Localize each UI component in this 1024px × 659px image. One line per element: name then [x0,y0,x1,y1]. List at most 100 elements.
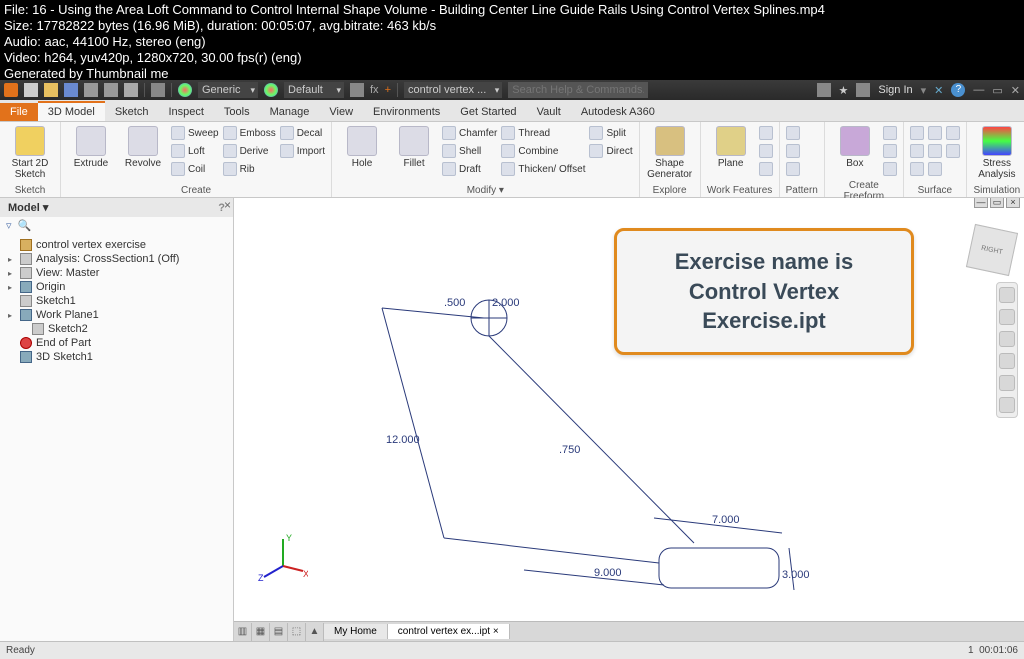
tree-origin[interactable]: Origin [4,280,229,294]
view-list-icon[interactable]: ▤ [270,623,288,641]
close-button[interactable]: ✕ [1011,84,1020,97]
browser-title[interactable]: Model ▾ [8,201,48,214]
maximize-button[interactable]: ▭ [992,84,1002,97]
start-2d-sketch-button[interactable]: Start 2D Sketch [6,124,54,180]
exchange-icon[interactable]: ✕ [934,84,943,97]
rect-pattern-button[interactable] [786,124,800,142]
fullnav-icon[interactable] [999,397,1015,413]
zoom-icon[interactable] [999,331,1015,347]
user-icon[interactable] [856,83,870,97]
pan-icon[interactable] [999,309,1015,325]
tab-manage[interactable]: Manage [260,103,320,121]
tab-nav-up[interactable]: ▲ [306,623,324,641]
ff2-button[interactable] [883,142,897,160]
axis-button[interactable] [759,124,773,142]
tab-my-home[interactable]: My Home [324,624,388,639]
tab-3d-model[interactable]: 3D Model [38,101,105,121]
s3[interactable] [910,160,924,178]
view-tile-icon[interactable]: ▦ [252,623,270,641]
fillet-button[interactable]: Fillet [390,124,438,169]
tree-view[interactable]: View: Master [4,266,229,280]
tab-environments[interactable]: Environments [363,103,450,121]
view-strip-icon[interactable]: ▥ [234,623,252,641]
derive-button[interactable]: Derive [223,142,276,160]
signin-link[interactable]: Sign In [878,84,912,96]
tab-document[interactable]: control vertex ex...ipt × [388,624,510,639]
tree-end-of-part[interactable]: End of Part [4,336,229,350]
split-button[interactable]: Split [589,124,632,142]
box-button[interactable]: Box [831,124,879,169]
group-label-modify[interactable]: Modify ▾ [338,183,633,197]
extrude-button[interactable]: Extrude [67,124,115,169]
s7[interactable] [946,124,960,142]
steering-wheel-icon[interactable] [999,287,1015,303]
redo-icon[interactable] [104,83,118,97]
home-icon[interactable] [124,83,138,97]
new-icon[interactable] [24,83,38,97]
tree-3dsketch1[interactable]: 3D Sketch1 [4,350,229,364]
chamfer-button[interactable]: Chamfer [442,124,497,142]
circ-pattern-button[interactable] [786,142,800,160]
material-combo[interactable]: Generic [198,82,258,98]
s6[interactable] [928,160,942,178]
s5[interactable] [928,142,942,160]
s2[interactable] [910,142,924,160]
tab-vault[interactable]: Vault [527,103,571,121]
tab-get-started[interactable]: Get Started [450,103,526,121]
tree-workplane1[interactable]: Work Plane1 [4,308,229,322]
view-cube[interactable]: RIGHT [966,224,1018,276]
direct-button[interactable]: Direct [589,142,632,160]
find-icon[interactable]: 🔍 [18,219,32,232]
combine-button[interactable]: Combine [501,142,585,160]
tree-sketch2[interactable]: Sketch2 [4,322,229,336]
revolve-button[interactable]: Revolve [119,124,167,169]
ucs-button[interactable] [759,160,773,178]
coil-button[interactable]: Coil [171,160,219,178]
mirror-button[interactable] [786,160,800,178]
tab-inspect[interactable]: Inspect [158,103,213,121]
tab-sketch[interactable]: Sketch [105,103,159,121]
view-arrange-icon[interactable]: ⬚ [288,623,306,641]
draft-button[interactable]: Draft [442,160,497,178]
tab-tools[interactable]: Tools [214,103,260,121]
point-button[interactable] [759,142,773,160]
tab-a360[interactable]: Autodesk A360 [571,103,665,121]
lookat-icon[interactable] [999,375,1015,391]
filter-icon[interactable]: ▿ [6,219,12,232]
save-icon[interactable] [64,83,78,97]
undo-icon[interactable] [84,83,98,97]
select-icon[interactable] [151,83,165,97]
ff1-button[interactable] [883,124,897,142]
open-icon[interactable] [44,83,58,97]
orbit-icon[interactable] [999,353,1015,369]
loft-button[interactable]: Loft [171,142,219,160]
s4[interactable] [928,124,942,142]
shape-generator-button[interactable]: Shape Generator [646,124,694,180]
sweep-button[interactable]: Sweep [171,124,219,142]
tree-analysis[interactable]: Analysis: CrossSection1 (Off) [4,252,229,266]
help-icon[interactable]: ? [951,83,965,97]
help-search-input[interactable] [508,82,648,98]
favorite-icon[interactable] [817,83,831,97]
document-dropdown[interactable]: control vertex ... [404,82,502,98]
shell-button[interactable]: Shell [442,142,497,160]
tree-sketch1[interactable]: Sketch1 [4,294,229,308]
thread-button[interactable]: Thread [501,124,585,142]
stress-analysis-button[interactable]: Stress Analysis [973,124,1021,180]
file-tab[interactable]: File [0,103,38,121]
hole-button[interactable]: Hole [338,124,386,169]
ff3-button[interactable] [883,160,897,178]
adjust-icon[interactable] [350,83,364,97]
tab-view[interactable]: View [319,103,363,121]
decal-button[interactable]: Decal [280,124,325,142]
s8[interactable] [946,142,960,160]
emboss-button[interactable]: Emboss [223,124,276,142]
plane-button[interactable]: Plane [707,124,755,169]
graphics-canvas[interactable]: — ▭ × .500 2.000 12.000 .750 9.000 [234,198,1024,641]
appearance-combo[interactable]: Default [284,82,344,98]
s1[interactable] [910,124,924,142]
browser-close-icon[interactable]: × [224,198,231,212]
minimize-button[interactable]: — [973,84,984,96]
import-button[interactable]: Import [280,142,325,160]
rib-button[interactable]: Rib [223,160,276,178]
